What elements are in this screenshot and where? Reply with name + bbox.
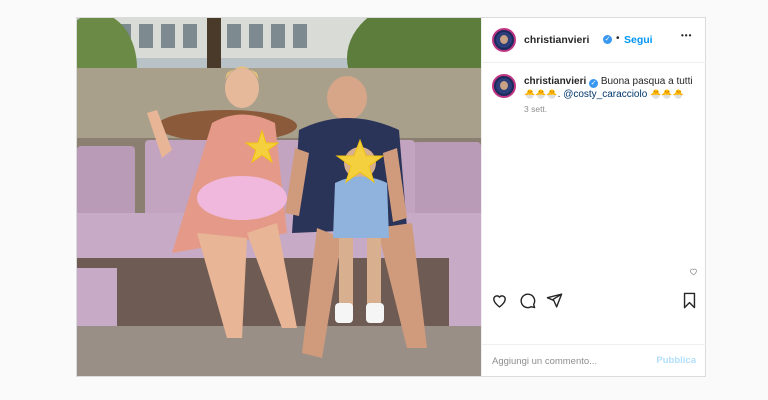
- caption-like-heart-icon[interactable]: [689, 267, 698, 276]
- send-icon[interactable]: [546, 292, 563, 309]
- caption: christianvieri ✓ Buona pasqua a tutti 🐣🐣…: [524, 75, 699, 101]
- caption-avatar[interactable]: [492, 74, 516, 98]
- comment-bar: Pubblica: [482, 344, 706, 376]
- caption-mention-link[interactable]: @costy_caracciolo: [563, 89, 647, 100]
- avatar-face: [500, 81, 508, 90]
- caption-time-ago[interactable]: 3 sett.: [524, 104, 547, 114]
- heart-icon[interactable]: [491, 292, 508, 309]
- comment-input[interactable]: [492, 354, 642, 368]
- bookmark-icon[interactable]: [681, 292, 698, 309]
- caption-emojis-2: 🐣🐣🐣: [650, 89, 684, 99]
- more-options-icon[interactable]: •••: [681, 31, 692, 40]
- follow-button[interactable]: Segui: [624, 34, 653, 46]
- caption-text: Buona pasqua a tutti: [600, 76, 693, 87]
- caption-emojis-1: 🐣🐣🐣: [524, 89, 558, 99]
- comment-icon[interactable]: [519, 292, 536, 309]
- instagram-post-card: christianvieri ✓ • Segui ••• christianvi…: [76, 17, 706, 377]
- post-photo-illustration: [77, 18, 481, 376]
- avatar[interactable]: [492, 28, 516, 52]
- publish-button[interactable]: Pubblica: [656, 355, 696, 366]
- action-bar: [482, 286, 706, 316]
- verified-badge-icon: ✓: [603, 35, 612, 44]
- header-username[interactable]: christianvieri: [524, 34, 589, 46]
- post-sidebar: christianvieri ✓ • Segui ••• christianvi…: [481, 18, 706, 376]
- post-header: christianvieri ✓ • Segui •••: [482, 18, 706, 63]
- header-separator: •: [616, 33, 620, 44]
- avatar-face: [500, 35, 508, 44]
- post-photo[interactable]: [77, 18, 481, 376]
- caption-username[interactable]: christianvieri: [524, 76, 586, 87]
- verified-badge-icon: ✓: [589, 79, 599, 88]
- caption-period: .: [557, 89, 561, 100]
